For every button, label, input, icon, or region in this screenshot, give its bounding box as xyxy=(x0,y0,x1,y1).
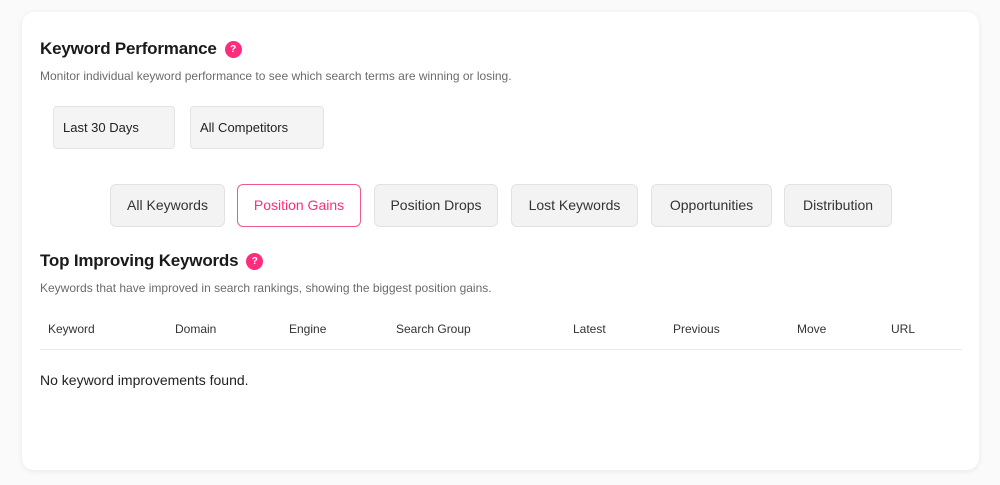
column-header-latest: Latest xyxy=(573,322,606,336)
tab-lost-keywords[interactable]: Lost Keywords xyxy=(511,184,638,227)
help-icon[interactable]: ? xyxy=(246,253,264,271)
column-header-url: URL xyxy=(891,322,916,336)
page-title-row: Keyword Performance? xyxy=(40,39,242,59)
column-header-search-group: Search Group xyxy=(396,322,471,336)
section-description: Keywords that have improved in search ra… xyxy=(40,281,492,295)
section-title: Top Improving Keywords xyxy=(40,251,239,270)
tab-position-drops[interactable]: Position Drops xyxy=(374,184,498,227)
table-divider xyxy=(40,349,962,350)
tab-position-gains[interactable]: Position Gains xyxy=(237,184,361,227)
section-title-row: Top Improving Keywords? xyxy=(40,251,264,271)
competitors-select[interactable]: All Competitors xyxy=(190,106,324,149)
tab-all-keywords[interactable]: All Keywords xyxy=(110,184,225,227)
column-header-engine: Engine xyxy=(289,322,327,336)
help-icon[interactable]: ? xyxy=(224,41,242,59)
empty-state-message: No keyword improvements found. xyxy=(40,372,249,388)
column-header-domain: Domain xyxy=(175,322,217,336)
page-title: Keyword Performance xyxy=(40,39,217,58)
column-header-keyword: Keyword xyxy=(48,322,95,336)
keyword-performance-card: Keyword Performance? Monitor individual … xyxy=(22,12,979,470)
column-header-previous: Previous xyxy=(673,322,720,336)
tab-opportunities[interactable]: Opportunities xyxy=(651,184,772,227)
page-description: Monitor individual keyword performance t… xyxy=(40,69,512,83)
date-range-select[interactable]: Last 30 Days xyxy=(53,106,175,149)
tab-distribution[interactable]: Distribution xyxy=(784,184,892,227)
column-header-move: Move xyxy=(797,322,827,336)
